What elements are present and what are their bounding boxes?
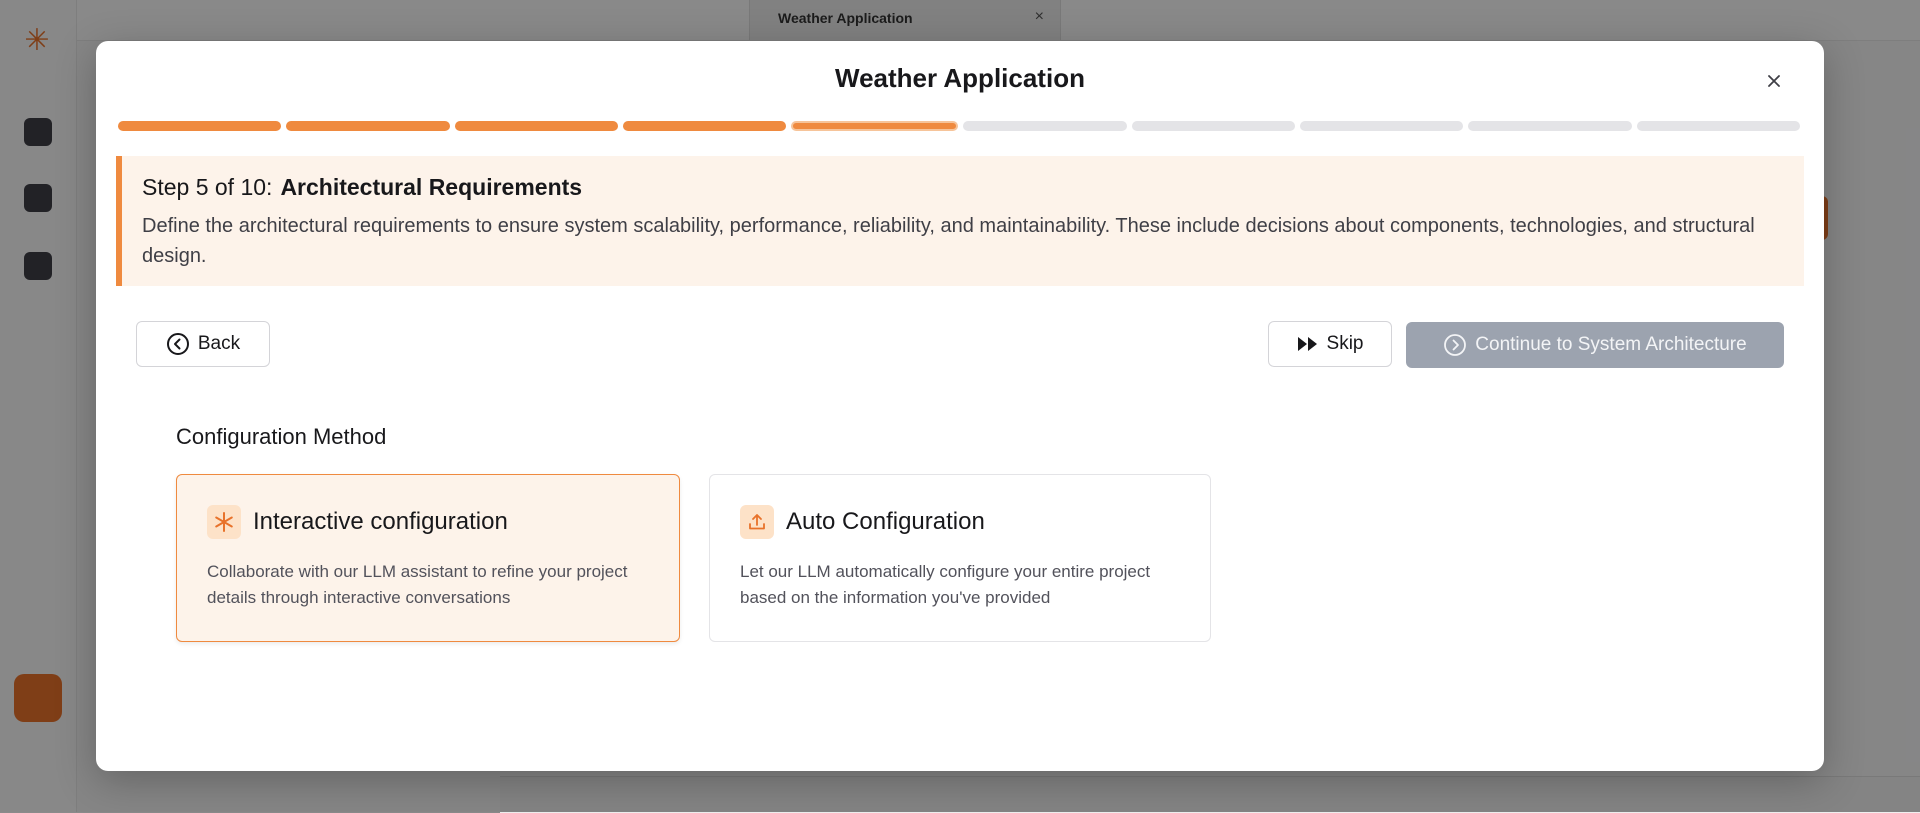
- skip-button-label: Skip: [1326, 333, 1364, 354]
- back-button-label: Back: [197, 333, 241, 354]
- progress-segment-10: [1636, 121, 1800, 131]
- progress-segment-8: [1300, 121, 1464, 131]
- progress-segment-3: [454, 121, 618, 131]
- progress-segment-7: [1131, 121, 1296, 131]
- chevron-right-circle-icon: [1444, 334, 1467, 356]
- step-title: Architectural Requirements: [280, 174, 583, 200]
- progress-segment-9: [1468, 121, 1632, 131]
- back-button[interactable]: Back: [136, 321, 270, 367]
- continue-button-label: Continue to System Architecture: [1475, 334, 1747, 355]
- progress-segment-1: [118, 121, 282, 131]
- skip-button[interactable]: Skip: [1268, 321, 1392, 367]
- step-progress-bar: [118, 121, 1800, 131]
- configuration-method-label: Configuration Method: [176, 424, 387, 449]
- modal-title: Weather Application: [835, 63, 1085, 93]
- interactive-card-description: Collaborate with our LLM assistant to re…: [207, 562, 628, 607]
- progress-segment-6: [963, 121, 1127, 131]
- progress-segment-2: [286, 121, 450, 131]
- step-description: Define the architectural requirements to…: [142, 215, 1755, 267]
- auto-card-description: Let our LLM automatically configure your…: [740, 562, 1151, 607]
- step-counter: Step 5 of 10:: [142, 174, 273, 200]
- progress-segment-4: [622, 121, 787, 131]
- auto-configuration-card[interactable]: Auto Configuration Let our LLM automatic…: [709, 474, 1211, 642]
- upload-icon: [740, 505, 774, 539]
- asterisk-icon: [207, 505, 241, 539]
- step-info-box: Step 5 of 10: Architectural Requirements …: [116, 156, 1804, 286]
- close-button[interactable]: [1752, 59, 1796, 103]
- chevron-left-circle-icon: [166, 333, 189, 355]
- step-heading: Step 5 of 10: Architectural Requirements: [142, 174, 1784, 201]
- interactive-configuration-card[interactable]: Interactive configuration Collaborate wi…: [176, 474, 680, 642]
- continue-button[interactable]: Continue to System Architecture: [1406, 322, 1784, 368]
- interactive-card-title: Interactive configuration: [253, 508, 508, 535]
- wizard-modal: Weather Application Step 5 of 10: Archite…: [96, 41, 1824, 771]
- auto-card-title: Auto Configuration: [786, 508, 985, 535]
- close-icon: [1768, 75, 1780, 87]
- fast-forward-icon: [1297, 337, 1317, 351]
- progress-segment-5: [791, 121, 959, 131]
